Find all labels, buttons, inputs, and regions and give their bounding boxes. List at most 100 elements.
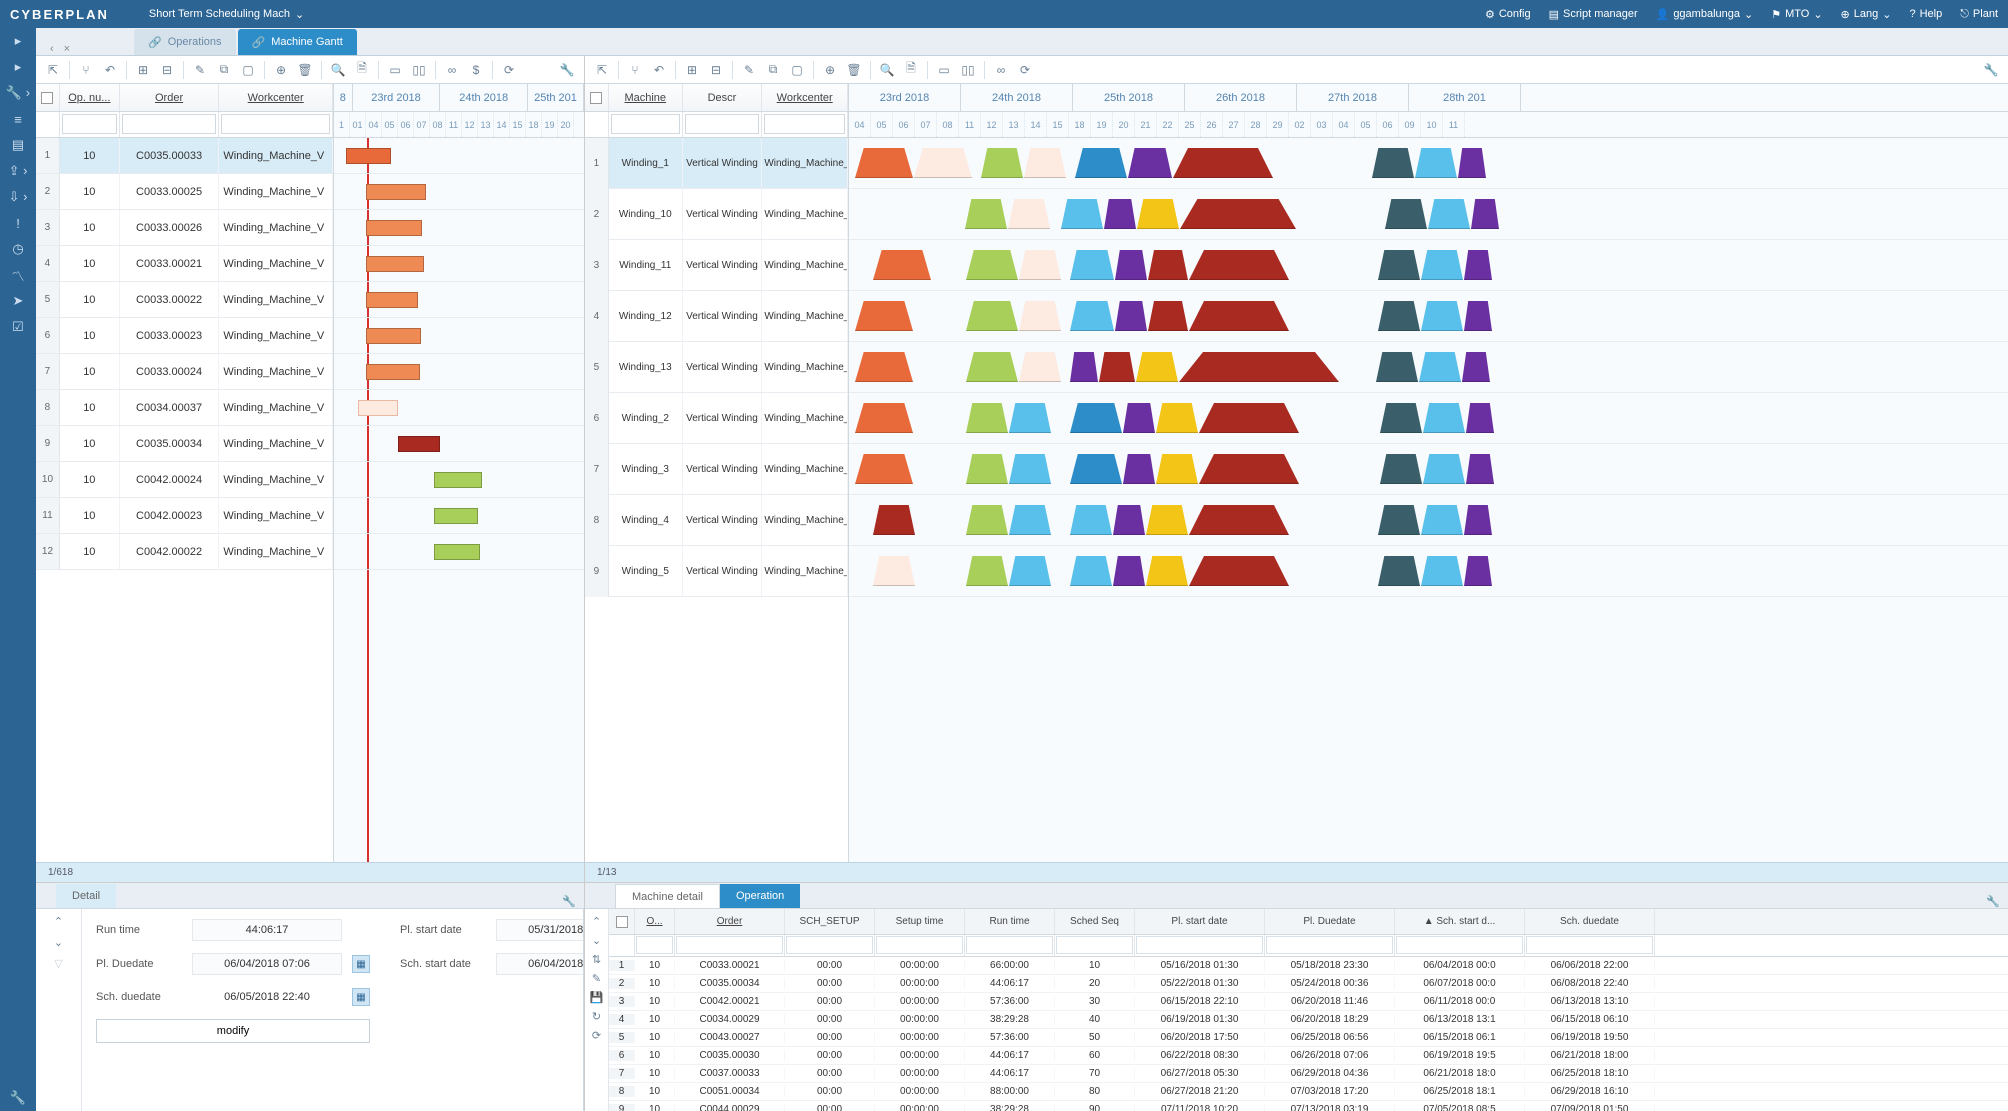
gantt-block[interactable] <box>1423 403 1465 433</box>
table-row[interactable]: 110C0033.0002100:0000:00:0066:00:001005/… <box>609 957 2008 975</box>
gantt-block[interactable] <box>1385 199 1427 229</box>
filter-icon[interactable]: ▽ <box>54 957 62 970</box>
col-workcenter[interactable]: Workcenter <box>219 84 333 111</box>
gantt-block[interactable] <box>1146 556 1188 586</box>
gantt-block[interactable] <box>1070 250 1114 280</box>
gantt-block[interactable] <box>1104 199 1136 229</box>
table-row[interactable]: 610C0035.0003000:0000:00:0044:06:176006/… <box>609 1047 2008 1065</box>
link-icon[interactable]: ∞ <box>441 59 463 81</box>
gantt-block[interactable] <box>1466 403 1494 433</box>
bookmark-icon[interactable]: ▭ <box>384 59 406 81</box>
gantt-block[interactable] <box>966 505 1008 535</box>
wrench-icon[interactable]: 🔧 <box>1980 59 2002 81</box>
table-row[interactable]: 10 10 C0042.00024 Winding_Machine_V <box>36 462 333 498</box>
save-icon[interactable]: 💾 <box>590 991 604 1004</box>
gantt-block[interactable] <box>1009 505 1051 535</box>
gantt-block[interactable] <box>966 556 1008 586</box>
sidebar-download-icon[interactable]: ⇩ › <box>0 184 36 210</box>
gantt-block[interactable] <box>855 454 913 484</box>
book-icon[interactable]: ▯▯ <box>957 59 979 81</box>
gantt-block[interactable] <box>1156 454 1198 484</box>
filter-descr[interactable] <box>685 114 760 134</box>
sidebar-warn-icon[interactable]: ! <box>0 210 36 236</box>
gantt-block[interactable] <box>1009 454 1051 484</box>
up-icon[interactable]: ⌃ <box>54 915 63 928</box>
gantt-block[interactable] <box>1148 301 1188 331</box>
col-descr[interactable]: Descr <box>683 84 763 111</box>
gantt-block[interactable] <box>1115 301 1147 331</box>
filter-icon[interactable]: ⑂ <box>624 59 646 81</box>
table-row[interactable]: 7 Winding_3 Vertical Winding Winding_Mac… <box>585 444 848 495</box>
tab-machine-gantt[interactable]: 🔗 Machine Gantt <box>238 29 357 55</box>
gantt-block[interactable] <box>1113 505 1145 535</box>
gantt-block[interactable] <box>965 199 1007 229</box>
filter-machine[interactable] <box>611 114 680 134</box>
gantt-block[interactable] <box>1378 250 1420 280</box>
gantt-block[interactable] <box>1180 199 1296 229</box>
gantt-bar[interactable] <box>366 328 421 344</box>
gantt-block[interactable] <box>1019 301 1061 331</box>
group-icon[interactable]: ⊞ <box>132 59 154 81</box>
filter-opnum[interactable] <box>62 114 117 134</box>
col-header[interactable]: Run time <box>965 909 1055 934</box>
gantt-block[interactable] <box>1070 454 1122 484</box>
undo-icon[interactable]: ↶ <box>99 59 121 81</box>
gantt-block[interactable] <box>966 403 1008 433</box>
book-icon[interactable]: ▯▯ <box>408 59 430 81</box>
copy-icon[interactable]: ⧉ <box>213 59 235 81</box>
gantt-block[interactable] <box>855 403 913 433</box>
lang-menu[interactable]: ⊕Lang⌄ <box>1841 8 1892 21</box>
gantt-block[interactable] <box>1061 199 1103 229</box>
calendar-icon[interactable]: ▦ <box>352 955 370 973</box>
col-workcenter[interactable]: Workcenter <box>762 84 848 111</box>
sidebar-upload-icon[interactable]: ⇪ › <box>0 158 36 184</box>
gantt-block[interactable] <box>1189 250 1289 280</box>
table-row[interactable]: 810C0051.0003400:0000:00:0088:00:008006/… <box>609 1083 2008 1101</box>
gantt-block[interactable] <box>1378 556 1420 586</box>
gantt-block[interactable] <box>1464 250 1492 280</box>
table-row[interactable]: 2 Winding_10 Vertical Winding Winding_Ma… <box>585 189 848 240</box>
gantt-block[interactable] <box>1464 505 1492 535</box>
table-row[interactable]: 3 Winding_11 Vertical Winding Winding_Ma… <box>585 240 848 291</box>
table-row[interactable]: 310C0042.0002100:0000:00:0057:36:003006/… <box>609 993 2008 1011</box>
gantt-block[interactable] <box>1070 352 1098 382</box>
gantt-block[interactable] <box>1380 454 1422 484</box>
sidebar-db-icon[interactable]: ≡ <box>0 106 36 132</box>
filter-input[interactable] <box>1266 936 1393 954</box>
plant-link[interactable]: ⎋Plant <box>1960 8 1998 21</box>
gantt-block[interactable] <box>873 250 931 280</box>
close-tab-icon[interactable]: × <box>64 43 70 55</box>
filter-input[interactable] <box>786 936 873 954</box>
table-row[interactable]: 410C0034.0002900:0000:00:0038:29:284006/… <box>609 1011 2008 1029</box>
export-icon[interactable]: 🗎 <box>900 59 922 81</box>
table-row[interactable]: 11 10 C0042.00023 Winding_Machine_V <box>36 498 333 534</box>
new-icon[interactable]: ▢ <box>237 59 259 81</box>
gantt-block[interactable] <box>1070 505 1112 535</box>
refresh-icon[interactable]: ⟳ <box>498 59 520 81</box>
table-row[interactable]: 910C0044.0002900:0000:00:0038:29:289007/… <box>609 1101 2008 1111</box>
table-row[interactable]: 1 Winding_1 Vertical Winding Winding_Mac… <box>585 138 848 189</box>
anchor-icon[interactable]: ⇱ <box>591 59 613 81</box>
gantt-block[interactable] <box>1376 352 1418 382</box>
gantt-block[interactable] <box>1009 556 1051 586</box>
gantt-block[interactable] <box>1464 301 1492 331</box>
gantt-bar[interactable] <box>366 292 418 308</box>
gantt-block[interactable] <box>1099 352 1135 382</box>
gantt-block[interactable] <box>966 352 1018 382</box>
down-icon[interactable]: ⌄ <box>54 936 63 949</box>
table-row[interactable]: 510C0043.0002700:0000:00:0057:36:005006/… <box>609 1029 2008 1047</box>
gantt-block[interactable] <box>1070 556 1112 586</box>
sidebar-wrench-icon[interactable]: 🔧 › <box>0 80 36 106</box>
filter-input[interactable] <box>876 936 963 954</box>
gantt-block[interactable] <box>1458 148 1486 178</box>
filter-order[interactable] <box>122 114 217 134</box>
gantt-block[interactable] <box>1146 505 1188 535</box>
group-icon[interactable]: ⊞ <box>681 59 703 81</box>
select-all-checkbox[interactable] <box>590 92 602 104</box>
filter-input[interactable] <box>1056 936 1133 954</box>
export-icon[interactable]: 🗎 <box>351 59 373 81</box>
delete-icon[interactable]: 🗑 <box>843 59 865 81</box>
reload-icon[interactable]: ⟳ <box>592 1029 601 1042</box>
user-menu[interactable]: 👤ggambalunga⌄ <box>1656 8 1754 21</box>
table-row[interactable]: 9 10 C0035.00034 Winding_Machine_V <box>36 426 333 462</box>
